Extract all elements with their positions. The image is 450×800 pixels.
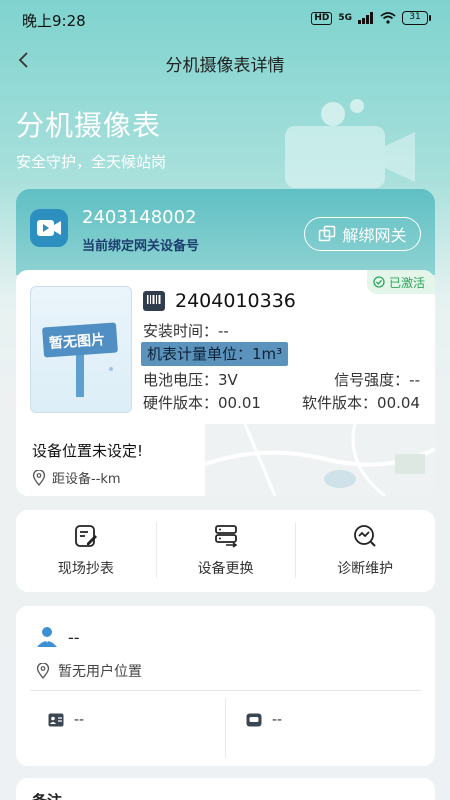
device-replace-button[interactable]: 设备更换	[155, 510, 296, 592]
diagnose-button[interactable]: 诊断维护	[295, 510, 435, 592]
nav-bar: 分机摄像表详情	[0, 42, 450, 82]
map-thumbnail[interactable]	[205, 424, 435, 496]
device-distance-label: 距设备--km	[52, 472, 121, 487]
user-id-value: --	[74, 712, 85, 728]
user-device-field: --	[246, 712, 282, 728]
status-badge: 已激活	[366, 270, 435, 294]
hardware-version: 硬件版本：00.01	[143, 394, 261, 412]
battery-voltage: 电池电压：3V	[143, 371, 238, 389]
user-device-value: --	[272, 712, 283, 728]
unbind-gateway-button[interactable]: 解绑网关	[304, 217, 421, 251]
unbind-gateway-label: 解绑网关	[342, 226, 407, 245]
location-pin-icon	[32, 469, 46, 486]
diagnose-chart-icon	[354, 525, 376, 547]
barcode-icon	[143, 291, 165, 311]
meter-id: 2404010336	[175, 290, 296, 312]
wifi-icon	[380, 12, 396, 24]
battery-icon: 31	[402, 11, 431, 25]
hero-title: 分机摄像表	[16, 109, 162, 142]
divider	[30, 690, 421, 691]
device-image-placeholder: 暂无图片	[30, 286, 132, 413]
camera-illustration-icon	[285, 99, 415, 188]
device-replace-label: 设备更换	[197, 561, 254, 577]
status-label: 已激活	[388, 275, 425, 290]
user-location-label: 暂无用户位置	[58, 664, 142, 680]
status-bar: 晚上9:28 HD 5G 31	[0, 0, 450, 38]
meter-id-row: 2404010336	[143, 290, 296, 312]
device-location-title: 设备位置未设定!	[32, 442, 144, 460]
signal-icon	[358, 12, 373, 24]
status-time: 晚上9:28	[22, 12, 86, 30]
remark-card: 备注	[16, 778, 435, 800]
device-box-icon	[246, 713, 262, 727]
divider	[225, 698, 226, 758]
meter-unit: 机表计量单位：1m³	[141, 342, 289, 366]
hd-badge: HD	[311, 11, 333, 25]
network-label: 5G	[338, 13, 352, 23]
user-location: 暂无用户位置	[36, 661, 142, 681]
video-camera-icon	[30, 209, 68, 247]
onsite-reading-label: 现场抄表	[57, 561, 114, 577]
server-swap-icon	[214, 525, 237, 548]
gateway-header: 2403148002 当前绑定网关设备号 解绑网关	[16, 189, 435, 275]
location-pin-icon	[36, 663, 50, 679]
hero-subtitle: 安全守护，全天候站岗	[16, 153, 167, 171]
unlink-icon	[319, 225, 336, 242]
onsite-reading-button[interactable]: 现场抄表	[16, 510, 156, 592]
software-version: 软件版本：00.04	[302, 394, 420, 412]
page-title: 分机摄像表详情	[165, 56, 285, 76]
user-avatar-icon	[37, 627, 57, 647]
id-card-icon	[48, 713, 64, 727]
device-distance: 距设备--km	[32, 468, 121, 487]
gateway-label: 当前绑定网关设备号	[82, 239, 200, 254]
gateway-number: 2403148002	[82, 207, 197, 228]
diagnose-label: 诊断维护	[337, 561, 394, 577]
user-name: --	[68, 628, 80, 647]
signal-strength: 信号强度：--	[334, 371, 420, 389]
status-icons: HD 5G 31	[311, 11, 431, 25]
remark-label: 备注	[32, 790, 62, 800]
action-bar: 现场抄表 设备更换 诊断维护	[16, 510, 435, 592]
install-time: 安装时间：--	[143, 322, 229, 340]
edit-note-icon	[74, 525, 97, 547]
check-circle-icon	[373, 276, 385, 288]
user-id-field: --	[48, 712, 84, 728]
device-card: 暂无图片 已激活 2404010336 安装时间：-- 机表计量单位：1m³ 电…	[16, 270, 435, 496]
user-card: -- 暂无用户位置 -- --	[16, 606, 435, 766]
no-image-label: 暂无图片	[48, 332, 106, 352]
